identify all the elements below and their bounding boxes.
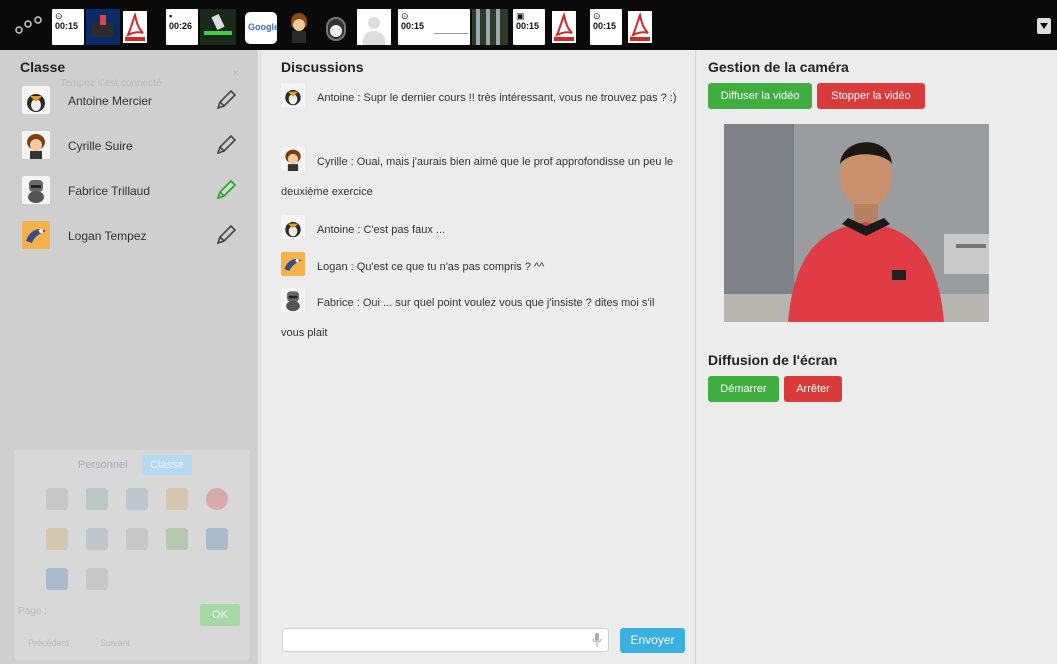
pencil-icon[interactable] bbox=[214, 88, 238, 112]
avatar-thumbnail[interactable] bbox=[318, 9, 352, 45]
penguin-avatar bbox=[22, 86, 50, 114]
chart-icon bbox=[126, 488, 148, 510]
tile-time: 00:15 bbox=[55, 21, 79, 31]
pen-icon bbox=[46, 528, 68, 550]
download-icon[interactable] bbox=[1037, 18, 1051, 34]
media-tile[interactable]: ▣ 00:15 bbox=[513, 9, 545, 45]
google-icon[interactable]: Google bbox=[245, 12, 277, 44]
prev-link: Précédent bbox=[28, 638, 70, 648]
student-row[interactable]: Antoine Mercier bbox=[18, 84, 244, 118]
student-name: Antoine Mercier bbox=[68, 94, 153, 108]
webcam-video bbox=[724, 124, 989, 322]
message-text: Logan : Qu'est ce que tu n'as pas compri… bbox=[317, 261, 545, 273]
ok-button: OK bbox=[200, 604, 240, 626]
start-screen-share-button[interactable]: Démarrer bbox=[708, 376, 779, 402]
pdf-icon[interactable] bbox=[552, 11, 576, 43]
sheet-icon bbox=[86, 488, 108, 510]
girl-avatar bbox=[281, 147, 305, 171]
tile-time: 00:15 bbox=[401, 21, 425, 31]
tile-time: 00:15 bbox=[516, 21, 540, 31]
broadcast-video-button[interactable]: Diffuser la vidéo bbox=[708, 83, 812, 109]
chat-input[interactable] bbox=[282, 628, 609, 652]
student-name: Fabrice Trillaud bbox=[68, 184, 151, 198]
tile-time: 00:15 bbox=[593, 21, 617, 31]
knight-avatar bbox=[22, 176, 50, 204]
add-image-icon bbox=[86, 568, 108, 590]
message-text: Fabrice : Oui ... sur quel point voulez … bbox=[281, 297, 655, 339]
student-row[interactable]: Logan Tempez bbox=[18, 219, 244, 253]
placeholder-avatar[interactable] bbox=[357, 9, 391, 45]
search-icon bbox=[166, 488, 188, 510]
page-label: Page : bbox=[18, 606, 47, 617]
screen-share-title: Diffusion de l'écran bbox=[708, 352, 838, 368]
student-row[interactable]: Fabrice Trillaud bbox=[18, 174, 244, 208]
avatar-thumbnail[interactable] bbox=[283, 9, 313, 45]
video-thumbnail[interactable] bbox=[200, 9, 236, 45]
chat-message: Antoine : Supr le dernier cours !! très … bbox=[281, 83, 677, 113]
stop-icon bbox=[206, 488, 228, 510]
pencil-icon[interactable] bbox=[214, 223, 238, 247]
send-button[interactable]: Envoyer bbox=[620, 628, 685, 653]
student-row[interactable]: Cyrille Suire bbox=[18, 129, 244, 163]
palette-icon bbox=[166, 528, 188, 550]
close-icon: × bbox=[232, 66, 240, 80]
stop-screen-share-button[interactable]: Arrêter bbox=[784, 376, 842, 402]
message-text: Antoine : C'est pas faux ... bbox=[317, 224, 446, 236]
media-tile[interactable]: ▪ 00:26 bbox=[166, 9, 198, 45]
microphone-icon[interactable] bbox=[592, 633, 602, 647]
next-link: Suivant bbox=[100, 638, 131, 648]
chat-message: Antoine : C'est pas faux ... bbox=[281, 215, 677, 245]
student-name: Logan Tempez bbox=[68, 229, 147, 243]
message-text: Cyrille : Ouai, mais j'aurais bien aimé … bbox=[281, 156, 674, 198]
arrow-down-icon bbox=[46, 568, 68, 590]
pencil-icon[interactable] bbox=[214, 133, 238, 157]
pdf-icon[interactable] bbox=[628, 11, 652, 43]
media-tile[interactable]: ⊙ 00:15 bbox=[398, 9, 470, 45]
discussion-title: Discussions bbox=[281, 59, 364, 75]
tab-classe: Classe bbox=[142, 455, 192, 475]
pdf-icon[interactable] bbox=[123, 11, 147, 43]
bird-avatar bbox=[281, 252, 305, 276]
message-text: Antoine : Supr le dernier cours !! très … bbox=[317, 92, 677, 104]
chat-icon: ▪ bbox=[169, 11, 173, 21]
video-thumbnail[interactable] bbox=[472, 9, 508, 45]
pencil-icon-active[interactable] bbox=[214, 178, 238, 202]
toolbox-panel: Personnel Classe Page : OK Précédent Sui… bbox=[14, 450, 250, 660]
media-tile[interactable]: ⊙ 00:15 bbox=[52, 9, 84, 45]
top-bar: ⊙ 00:15 ▪ 00:26 Google ⊙ 00:15 ▣ 00:15 ⊙… bbox=[0, 0, 1057, 50]
knight-avatar bbox=[281, 288, 305, 312]
tab-personnel: Personnel bbox=[78, 459, 128, 471]
webcam-feed bbox=[724, 124, 989, 322]
video-thumbnail[interactable] bbox=[86, 9, 120, 45]
chat-message: Fabrice : Oui ... sur quel point voulez … bbox=[281, 288, 677, 348]
class-title: Classe bbox=[20, 59, 66, 75]
bird-avatar bbox=[22, 221, 50, 249]
notes-icon bbox=[86, 528, 108, 550]
penguin-avatar bbox=[281, 215, 305, 239]
chat-message: Logan : Qu'est ce que tu n'as pas compri… bbox=[281, 252, 677, 282]
tile-time: 00:26 bbox=[169, 21, 193, 31]
link-icon[interactable] bbox=[14, 14, 44, 36]
chat-message: Cyrille : Ouai, mais j'aurais bien aimé … bbox=[281, 147, 677, 207]
arrow-up-icon bbox=[206, 528, 228, 550]
camera-title: Gestion de la caméra bbox=[708, 59, 849, 75]
stop-video-button[interactable]: Stopper la vidéo bbox=[817, 83, 925, 109]
quiz-icon bbox=[126, 528, 148, 550]
camera-panel: Gestion de la caméra Diffuser la vidéo S… bbox=[697, 50, 1057, 664]
penguin-avatar bbox=[281, 83, 305, 107]
class-panel: Classe Tempez s'est connecté × Antoine M… bbox=[0, 50, 258, 664]
discussion-panel: Discussions Antoine : Supr le dernier co… bbox=[260, 50, 696, 664]
girl-avatar bbox=[22, 131, 50, 159]
student-name: Cyrille Suire bbox=[68, 139, 133, 153]
media-tile[interactable]: ⊙ 00:15 bbox=[590, 9, 622, 45]
document-icon bbox=[46, 488, 68, 510]
